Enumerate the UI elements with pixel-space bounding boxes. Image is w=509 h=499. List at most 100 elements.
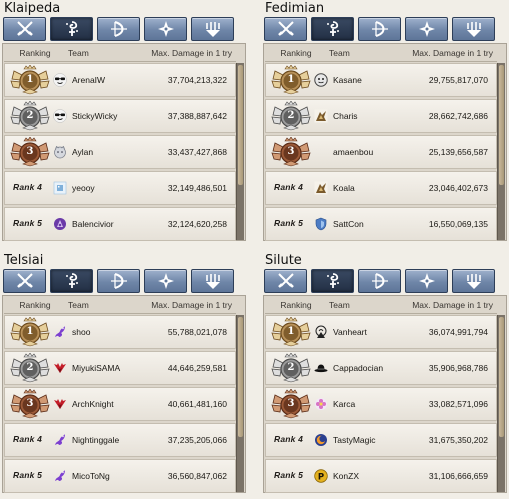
tab-swirl-mage[interactable] bbox=[50, 17, 93, 41]
rank-label: Rank 5 bbox=[274, 218, 304, 228]
rank-number: 3 bbox=[26, 398, 34, 409]
rank-label: Rank 5 bbox=[274, 470, 304, 480]
rank-number: 3 bbox=[287, 146, 295, 157]
table-row[interactable]: Rank 5 SattCon 16,550,069,135 bbox=[265, 207, 497, 241]
max-damage-value: 36,074,991,794 bbox=[428, 327, 488, 337]
tab-shield-fork[interactable] bbox=[191, 17, 234, 41]
table-row[interactable]: 2 StickyWicky 37,388,887,642 bbox=[4, 99, 236, 133]
scrollbar[interactable] bbox=[497, 63, 505, 240]
tab-swirl-mage[interactable] bbox=[311, 269, 354, 293]
tab-cross-compass[interactable] bbox=[405, 269, 448, 293]
rank-label: Rank 4 bbox=[13, 182, 43, 192]
team-name: Koala bbox=[333, 183, 355, 193]
red-wings-icon bbox=[53, 361, 67, 375]
table-row[interactable]: 1 shoo 55,788,021,078 bbox=[4, 315, 236, 349]
scroll-thumb[interactable] bbox=[238, 65, 243, 185]
ranking-board: Ranking Team Max. Damage in 1 try 1 Vanheart… bbox=[263, 295, 507, 493]
black-hat-icon bbox=[314, 361, 328, 375]
table-row[interactable]: 1 ArenaIW 37,704,213,322 bbox=[4, 63, 236, 97]
tab-bow[interactable] bbox=[97, 269, 140, 293]
table-row[interactable]: Rank 5 P KonZX 31,106,666,659 bbox=[265, 459, 497, 493]
header-ranking: Ranking bbox=[280, 48, 312, 58]
tab-crossed-swords[interactable] bbox=[264, 17, 307, 41]
tab-cross-compass[interactable] bbox=[144, 269, 187, 293]
rank-cell: 1 bbox=[266, 316, 314, 348]
tab-bow[interactable] bbox=[97, 17, 140, 41]
tab-shield-fork[interactable] bbox=[452, 269, 495, 293]
tab-cross-compass[interactable] bbox=[405, 17, 448, 41]
ranking-panel: Telsiai Ranking Team Max. Damage in 1 try 1 s… bbox=[2, 253, 246, 493]
max-damage-value: 37,235,205,066 bbox=[167, 435, 227, 445]
scroll-thumb[interactable] bbox=[499, 65, 504, 185]
rank-cell: Rank 5 bbox=[5, 208, 53, 240]
ranking-list: 1 shoo 55,788,021,078 2 MiyukiSAMA 44,646,259… bbox=[4, 315, 236, 495]
purple-dragon-icon bbox=[53, 325, 67, 339]
table-row[interactable]: 3 ArchKnight 40,661,481,160 bbox=[4, 387, 236, 421]
max-damage-value: 32,149,486,501 bbox=[167, 183, 227, 193]
rank-medal-icon: 1 bbox=[269, 316, 313, 347]
table-row[interactable]: 1 Kasane 29,755,817,070 bbox=[265, 63, 497, 97]
tab-shield-fork[interactable] bbox=[452, 17, 495, 41]
scrollbar[interactable] bbox=[236, 315, 244, 492]
table-row[interactable]: Rank 5 MicoToNg 36,560,847,062 bbox=[4, 459, 236, 493]
tab-crossed-swords[interactable] bbox=[3, 269, 46, 293]
rank-label: Rank 4 bbox=[274, 434, 304, 444]
cross-compass-icon bbox=[417, 272, 437, 290]
rank-medal-icon: 3 bbox=[269, 388, 313, 419]
rank-cell: 2 bbox=[5, 100, 53, 132]
ranking-board: Ranking Team Max. Damage in 1 try 1 shoo 55,7… bbox=[2, 295, 246, 493]
table-header: Ranking Team Max. Damage in 1 try bbox=[265, 297, 497, 314]
scrollbar[interactable] bbox=[497, 315, 505, 492]
header-ranking: Ranking bbox=[280, 300, 312, 310]
rank-cell: Rank 5 bbox=[266, 208, 314, 240]
table-row[interactable]: 3 Aylan 33,437,427,868 bbox=[4, 135, 236, 169]
tab-cross-compass[interactable] bbox=[144, 17, 187, 41]
class-tabs bbox=[2, 17, 246, 41]
rank-medal-icon: 2 bbox=[269, 100, 313, 131]
scroll-thumb[interactable] bbox=[499, 317, 504, 437]
rank-number: 3 bbox=[26, 146, 34, 157]
table-row[interactable]: 3 Karca 33,082,571,096 bbox=[265, 387, 497, 421]
purple-emblem-icon bbox=[53, 217, 67, 231]
table-row[interactable]: 2 MiyukiSAMA 44,646,259,581 bbox=[4, 351, 236, 385]
tab-bow[interactable] bbox=[358, 17, 401, 41]
rank-medal-icon: 2 bbox=[269, 352, 313, 383]
scrollbar[interactable] bbox=[236, 63, 244, 240]
team-name: Balencivior bbox=[72, 219, 114, 229]
table-header: Ranking Team Max. Damage in 1 try bbox=[4, 45, 236, 62]
class-tabs bbox=[2, 269, 246, 293]
table-row[interactable]: 1 Vanheart 36,074,991,794 bbox=[265, 315, 497, 349]
purple-dragon-icon bbox=[53, 433, 67, 447]
table-row[interactable]: 3 amaenbou 25,139,656,587 bbox=[265, 135, 497, 169]
rank-cell: 3 bbox=[266, 136, 314, 168]
shield-fork-icon bbox=[464, 20, 484, 38]
rank-cell: 2 bbox=[266, 100, 314, 132]
rank-number: 2 bbox=[26, 110, 34, 121]
class-tabs bbox=[263, 269, 507, 293]
ranking-list: 1 Kasane 29,755,817,070 2 Charis 28,662,742,6… bbox=[265, 63, 497, 243]
team-name: StickyWicky bbox=[72, 111, 118, 121]
table-row[interactable]: Rank 4 TastyMagic 31,675,350,202 bbox=[265, 423, 497, 457]
table-row[interactable]: 2 Charis 28,662,742,686 bbox=[265, 99, 497, 133]
table-row[interactable]: Rank 4 Nightinggale 37,235,205,066 bbox=[4, 423, 236, 457]
tab-swirl-mage[interactable] bbox=[50, 269, 93, 293]
team-name: MicoToNg bbox=[72, 471, 110, 481]
header-team: Team bbox=[329, 300, 350, 310]
table-row[interactable]: 2 Cappadocian 35,906,968,786 bbox=[265, 351, 497, 385]
tab-swirl-mage[interactable] bbox=[311, 17, 354, 41]
tab-shield-fork[interactable] bbox=[191, 269, 234, 293]
table-row[interactable]: Rank 4 yeooy 32,149,486,501 bbox=[4, 171, 236, 205]
tab-crossed-swords[interactable] bbox=[264, 269, 307, 293]
table-row[interactable]: Rank 4 Koala 23,046,402,673 bbox=[265, 171, 497, 205]
rank-number: 1 bbox=[287, 326, 295, 337]
scroll-thumb[interactable] bbox=[238, 317, 243, 437]
tab-crossed-swords[interactable] bbox=[3, 17, 46, 41]
table-row[interactable]: Rank 5 Balencivior 32,124,620,258 bbox=[4, 207, 236, 241]
header-team: Team bbox=[68, 48, 89, 58]
max-damage-value: 37,388,887,642 bbox=[167, 111, 227, 121]
max-damage-value: 32,124,620,258 bbox=[167, 219, 227, 229]
rank-medal-icon: 2 bbox=[8, 352, 52, 383]
tab-bow[interactable] bbox=[358, 269, 401, 293]
shield-fork-icon bbox=[203, 272, 223, 290]
team-name: Kasane bbox=[333, 75, 362, 85]
